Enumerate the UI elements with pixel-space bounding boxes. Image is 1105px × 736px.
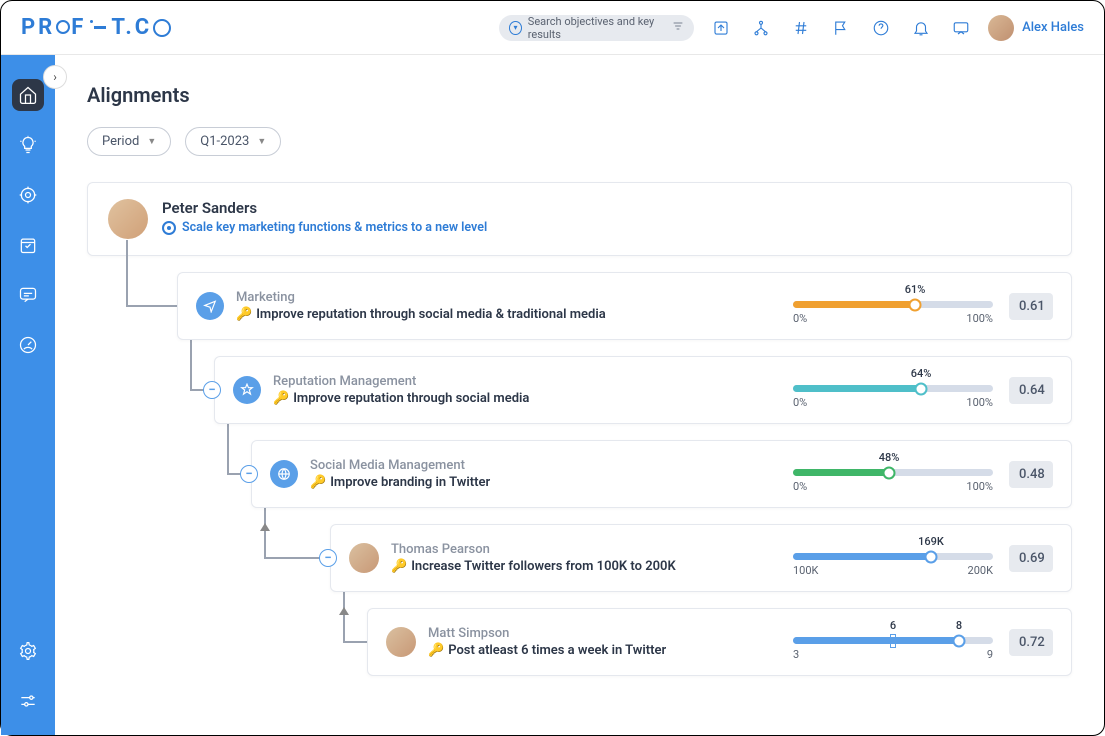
bell-icon[interactable] <box>912 19 930 37</box>
progress-max: 9 <box>987 648 993 661</box>
root-card[interactable]: Peter Sanders Scale key marketing functi… <box>87 182 1072 256</box>
score-badge: 0.69 <box>1009 545 1053 572</box>
root-name: Peter Sanders <box>162 199 487 217</box>
progress-max: 100% <box>966 396 993 409</box>
period-label: Period <box>102 134 139 149</box>
logo[interactable]: PR F T.C <box>21 15 172 40</box>
progress-label: 61% <box>905 283 926 296</box>
progress-label: 48% <box>879 451 900 464</box>
key-icon: 🔑 <box>428 643 444 658</box>
node-title: 🔑Post atleast 6 times a week in Twitter <box>428 643 666 658</box>
progress-label: 64% <box>911 367 932 380</box>
root-avatar <box>108 199 148 239</box>
search-input[interactable]: ▾ Search objectives and key results <box>499 15 694 41</box>
key-icon: 🔑 <box>236 307 252 322</box>
sidebar-expand-button[interactable]: › <box>43 65 67 89</box>
category-icon <box>233 376 261 404</box>
progress-bar[interactable]: 48%0%100% <box>793 455 993 493</box>
alignment-node[interactable]: Matt Simpson 🔑Post atleast 6 times a week… <box>367 608 1072 676</box>
category-icon <box>196 292 224 320</box>
category-icon <box>270 460 298 488</box>
key-icon: 🔑 <box>310 475 326 490</box>
logo-o-icon <box>56 20 70 34</box>
alignment-node[interactable]: −Social Media Management🔑Improve brandin… <box>251 440 1072 508</box>
help-icon[interactable] <box>872 19 890 37</box>
score-badge: 0.72 <box>1009 629 1053 656</box>
root-objective-text: Scale key marketing functions & metrics … <box>182 220 487 235</box>
collapse-button[interactable]: − <box>240 465 258 483</box>
key-icon: 🔑 <box>391 559 407 574</box>
sidebar-chat[interactable] <box>12 279 44 311</box>
hash-icon[interactable] <box>792 19 810 37</box>
logo-part1: PR <box>21 15 55 40</box>
progress-label: 8 <box>956 619 962 632</box>
node-title: 🔑Improve reputation through social media <box>273 391 529 406</box>
sidebar-home[interactable] <box>12 79 44 111</box>
search-placeholder: Search objectives and key results <box>528 15 672 41</box>
node-category: Marketing <box>236 290 606 305</box>
progress-min: 3 <box>793 648 799 661</box>
chevron-down-icon: ▼ <box>147 136 156 147</box>
progress-max: 200K <box>968 564 993 577</box>
collapse-button[interactable]: − <box>203 381 221 399</box>
root-objective[interactable]: Scale key marketing functions & metrics … <box>162 220 487 235</box>
node-category: Reputation Management <box>273 374 529 389</box>
quarter-label: Q1-2023 <box>200 134 249 149</box>
filter-icon[interactable] <box>672 20 684 35</box>
node-category: Matt Simpson <box>428 626 666 641</box>
node-title: 🔑Improve branding in Twitter <box>310 475 490 490</box>
progress-min: 0% <box>793 396 807 409</box>
logo-o2-icon <box>153 19 171 37</box>
collapse-button[interactable]: − <box>319 549 337 567</box>
progress-bar[interactable]: 61%0%100% <box>793 287 993 325</box>
sidebar-calendar[interactable] <box>12 229 44 261</box>
sidebar-gauge[interactable] <box>12 329 44 361</box>
avatar <box>988 15 1014 41</box>
sidebar-ideas[interactable] <box>12 129 44 161</box>
target-icon <box>162 221 176 235</box>
alignment-node[interactable]: −Reputation Management🔑Improve reputatio… <box>214 356 1072 424</box>
score-badge: 0.48 <box>1009 461 1053 488</box>
export-icon[interactable] <box>712 19 730 37</box>
sidebar-settings[interactable] <box>12 635 44 667</box>
user-menu[interactable]: Alex Hales <box>988 15 1084 41</box>
chevron-down-icon: ▼ <box>257 136 266 147</box>
person-avatar <box>349 543 379 573</box>
page-title: Alignments <box>87 83 1072 107</box>
target-icon: ▾ <box>509 21 522 35</box>
alignment-node[interactable]: −Thomas Pearson🔑Increase Twitter followe… <box>330 524 1072 592</box>
progress-min: 100K <box>793 564 818 577</box>
sidebar-target[interactable] <box>12 179 44 211</box>
alignment-node[interactable]: Marketing 🔑Improve reputation through soc… <box>177 272 1072 340</box>
node-title: 🔑Improve reputation through social media… <box>236 307 606 322</box>
progress-bar[interactable]: 6839 <box>793 623 993 661</box>
node-category: Thomas Pearson <box>391 542 676 557</box>
progress-min: 0% <box>793 312 807 325</box>
chat-icon[interactable] <box>952 19 970 37</box>
node-category: Social Media Management <box>310 458 490 473</box>
progress-max: 100% <box>966 480 993 493</box>
progress-label: 6 <box>890 619 896 632</box>
quarter-filter[interactable]: Q1-2023 ▼ <box>185 127 281 156</box>
progress-bar[interactable]: 64%0%100% <box>793 371 993 409</box>
score-badge: 0.61 <box>1009 293 1053 320</box>
period-filter[interactable]: Period ▼ <box>87 127 171 156</box>
progress-max: 100% <box>966 312 993 325</box>
progress-label: 169K <box>918 535 944 548</box>
progress-min: 0% <box>793 480 807 493</box>
key-icon: 🔑 <box>273 391 289 406</box>
flag-icon[interactable] <box>832 19 850 37</box>
logo-part3: T.C <box>111 15 152 40</box>
person-avatar <box>386 627 416 657</box>
hierarchy-icon[interactable] <box>752 19 770 37</box>
sidebar-sliders[interactable] <box>12 685 44 717</box>
logo-part2: F <box>71 15 86 40</box>
user-name: Alex Hales <box>1022 20 1084 35</box>
node-title: 🔑Increase Twitter followers from 100K to… <box>391 559 676 574</box>
sidebar: › <box>1 55 55 735</box>
progress-bar[interactable]: 169K100K200K <box>793 539 993 577</box>
score-badge: 0.64 <box>1009 377 1053 404</box>
